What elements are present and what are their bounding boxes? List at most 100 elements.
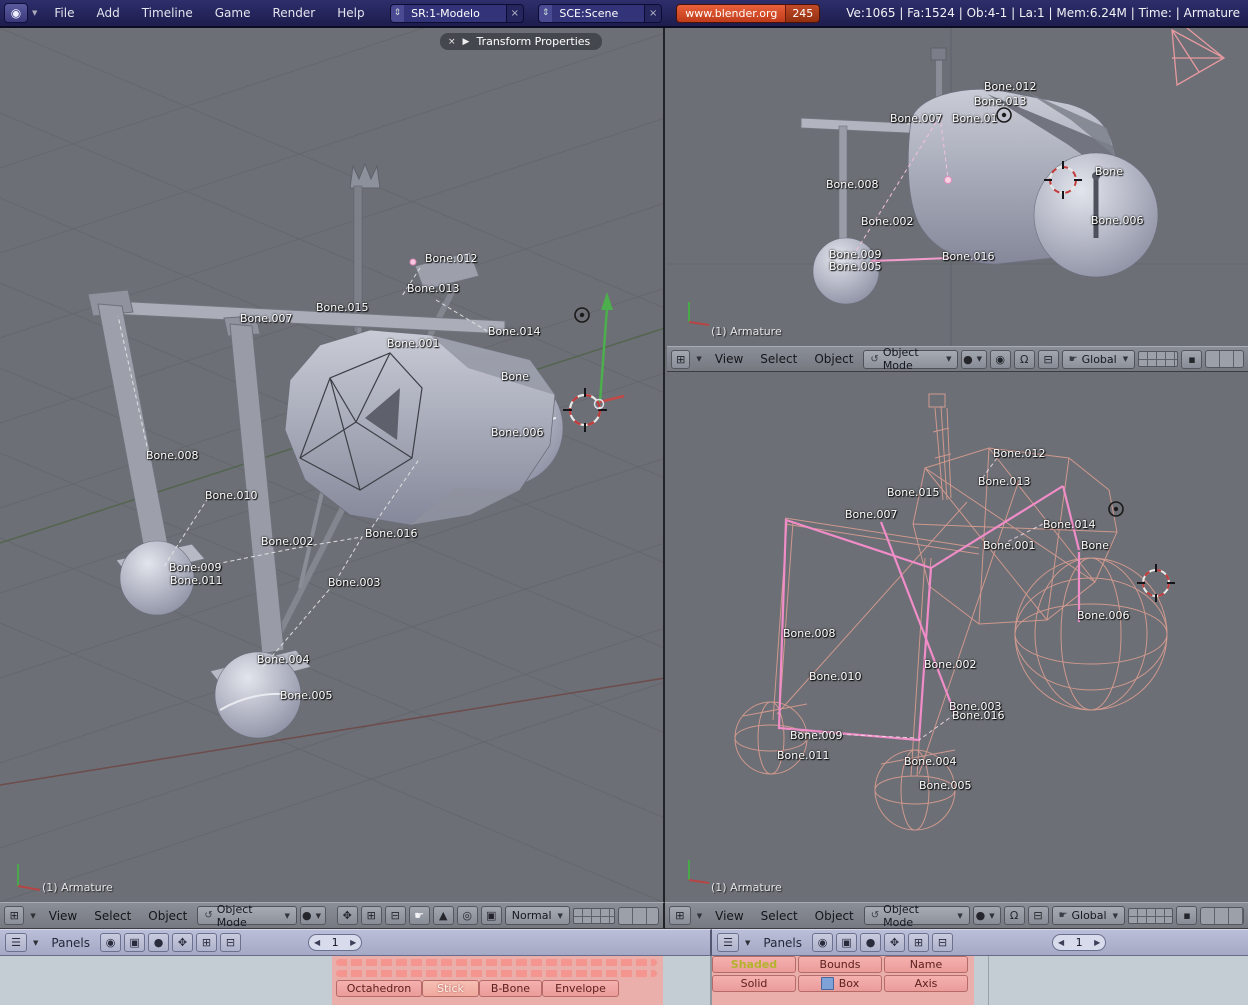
frame-next-icon[interactable]: ▶ — [350, 938, 356, 947]
browse-scenes-icon[interactable]: ⇕ — [538, 4, 553, 22]
shading-buttons-icon[interactable]: ● — [860, 933, 882, 952]
bone-display-button[interactable]: B-Bone — [479, 980, 542, 997]
scene-buttons-icon[interactable]: ⊟ — [220, 933, 242, 952]
window-type-button[interactable]: ☰ — [717, 933, 739, 952]
menu-select[interactable]: Select — [753, 352, 804, 366]
menu-select[interactable]: Select — [754, 909, 805, 923]
header-button-cluster[interactable] — [1200, 906, 1244, 925]
header-collapse-icon[interactable]: ▼ — [30, 9, 43, 17]
logic-buttons-icon[interactable]: ◉ — [812, 933, 834, 952]
close-icon[interactable]: × — [505, 4, 523, 22]
menu-item[interactable]: File — [43, 6, 85, 20]
proportional-edit-icon[interactable]: Ω — [1003, 906, 1025, 925]
frame-number[interactable]: 1 — [327, 936, 343, 949]
snap-icon[interactable]: ⊟ — [1037, 349, 1059, 369]
proportional-edit-icon[interactable]: Ω — [1013, 349, 1035, 369]
panel-collapsed-dots[interactable] — [336, 970, 657, 977]
menu-select[interactable]: Select — [87, 909, 138, 923]
chevron-down-icon[interactable]: ▼ — [27, 912, 38, 920]
menu-view[interactable]: View — [708, 909, 750, 923]
drawtype-button[interactable]: Shaded — [712, 956, 796, 973]
scene-selector[interactable]: ⇕ SCE:Scene × — [537, 3, 663, 23]
screen-name[interactable]: SR:1-Modelo — [404, 4, 506, 22]
window-type-button[interactable]: ⊞ — [4, 906, 25, 925]
logic-buttons-icon[interactable]: ◉ — [100, 933, 122, 952]
scene-buttons-icon[interactable]: ⊟ — [932, 933, 954, 952]
menu-item[interactable]: Add — [85, 6, 130, 20]
frame-stepper[interactable]: ◀ 1 ▶ — [1052, 934, 1107, 951]
header-button-cluster[interactable] — [618, 906, 659, 925]
browse-screens-icon[interactable]: ⇕ — [390, 4, 405, 22]
chevron-down-icon[interactable]: ▼ — [30, 939, 41, 947]
shading-buttons-icon[interactable]: ● — [148, 933, 170, 952]
window-type-button[interactable]: ⊞ — [671, 349, 691, 369]
window-type-button[interactable]: ☰ — [5, 933, 27, 952]
frame-prev-icon[interactable]: ◀ — [1058, 938, 1064, 947]
chevron-down-icon[interactable]: ▼ — [693, 355, 704, 363]
transform-properties-panel[interactable]: × ▶ Transform Properties — [440, 33, 603, 50]
manipulator-rotate-icon[interactable]: ▲ — [432, 906, 454, 925]
menu-item[interactable]: Render — [261, 6, 326, 20]
hand-tool-icon[interactable]: ☛ — [408, 906, 430, 925]
frame-prev-icon[interactable]: ◀ — [314, 938, 320, 947]
frame-next-icon[interactable]: ▶ — [1094, 938, 1100, 947]
lock-icon[interactable]: ▪ — [1176, 906, 1198, 925]
layer-buttons[interactable] — [1138, 351, 1179, 367]
chevron-down-icon[interactable]: ▼ — [742, 939, 753, 947]
layer-buttons[interactable] — [1127, 907, 1174, 924]
mode-select[interactable]: ↺ Object Mode ▼ — [863, 903, 970, 929]
draw-extra-button[interactable]: Name — [884, 956, 968, 973]
frame-stepper[interactable]: ◀ 1 ▶ — [308, 934, 363, 951]
rotation-pivot-icon[interactable]: ◉ — [989, 349, 1011, 369]
expand-icon[interactable]: ▶ — [463, 37, 470, 47]
viewport-3d-wireframe[interactable]: Bone.012 Bone.013 Bone.015 Bone.007 Bone.014… — [667, 372, 1248, 902]
editing-buttons-icon[interactable]: ⊞ — [908, 933, 930, 952]
snap-icon[interactable]: ⊟ — [1027, 906, 1049, 925]
screen-selector[interactable]: ⇕ SR:1-Modelo × — [389, 3, 524, 23]
draw-extra-button[interactable]: Bounds — [798, 956, 882, 973]
menu-item[interactable]: Timeline — [131, 6, 204, 20]
menu-object[interactable]: Object — [807, 352, 860, 366]
lock-icon[interactable]: ▪ — [1181, 349, 1203, 369]
frame-number[interactable]: 1 — [1071, 936, 1087, 949]
orientation-select[interactable]: ☛ Global ▼ — [1051, 906, 1125, 925]
object-buttons-icon[interactable]: ✥ — [884, 933, 906, 952]
window-type-button[interactable]: ⊞ — [669, 906, 691, 925]
menu-view[interactable]: View — [708, 352, 750, 366]
menu-item[interactable]: Help — [326, 6, 375, 20]
layer-buttons[interactable] — [572, 907, 616, 924]
orientation-select[interactable]: ☛ Global ▼ — [1061, 349, 1136, 369]
viewport-3d-main[interactable]: × ▶ Transform Properties Bone.012 Bone.01… — [0, 28, 665, 902]
mode-select[interactable]: ↺ Object Mode ▼ — [197, 903, 297, 929]
manipulator-grid-icon[interactable]: ⊞ — [360, 906, 382, 925]
script-buttons-icon[interactable]: ▣ — [124, 933, 146, 952]
shading-select[interactable]: ● ▼ — [299, 906, 327, 925]
object-buttons-icon[interactable]: ✥ — [172, 933, 194, 952]
blender-org-button[interactable]: www.blender.org 245 — [676, 3, 821, 23]
drawtype-button[interactable]: Solid — [712, 975, 796, 992]
close-icon[interactable]: × — [644, 4, 662, 22]
menu-item[interactable]: Game — [204, 6, 262, 20]
editing-buttons-icon[interactable]: ⊞ — [196, 933, 218, 952]
menu-object[interactable]: Object — [141, 909, 194, 923]
shading-select[interactable]: ● ▼ — [972, 906, 1001, 925]
bone-display-button[interactable]: Envelope — [542, 980, 619, 997]
panels-menu[interactable]: Panels — [756, 936, 809, 950]
snap-icon[interactable]: ▣ — [480, 906, 502, 925]
close-icon[interactable]: × — [448, 37, 456, 47]
pivot-icon[interactable]: ◎ — [456, 906, 478, 925]
bone-display-button[interactable]: Stick — [422, 980, 479, 997]
draw-extra-button[interactable]: Box — [798, 975, 882, 992]
menu-object[interactable]: Object — [808, 909, 861, 923]
panels-menu[interactable]: Panels — [44, 936, 97, 950]
menu-view[interactable]: View — [42, 909, 84, 923]
draw-extra-button[interactable]: Axis — [884, 975, 968, 992]
scene-name[interactable]: SCE:Scene — [552, 4, 645, 22]
panel-collapsed-dots[interactable] — [336, 959, 657, 966]
mode-select[interactable]: ↺ Object Mode ▼ — [863, 346, 959, 372]
shading-select[interactable]: ● ▼ — [961, 349, 987, 369]
manipulator-scale-icon[interactable]: ⊟ — [384, 906, 406, 925]
header-button-cluster[interactable] — [1205, 350, 1244, 368]
orientation-select[interactable]: Normal ▼ — [504, 906, 570, 925]
chevron-down-icon[interactable]: ▼ — [694, 912, 705, 920]
